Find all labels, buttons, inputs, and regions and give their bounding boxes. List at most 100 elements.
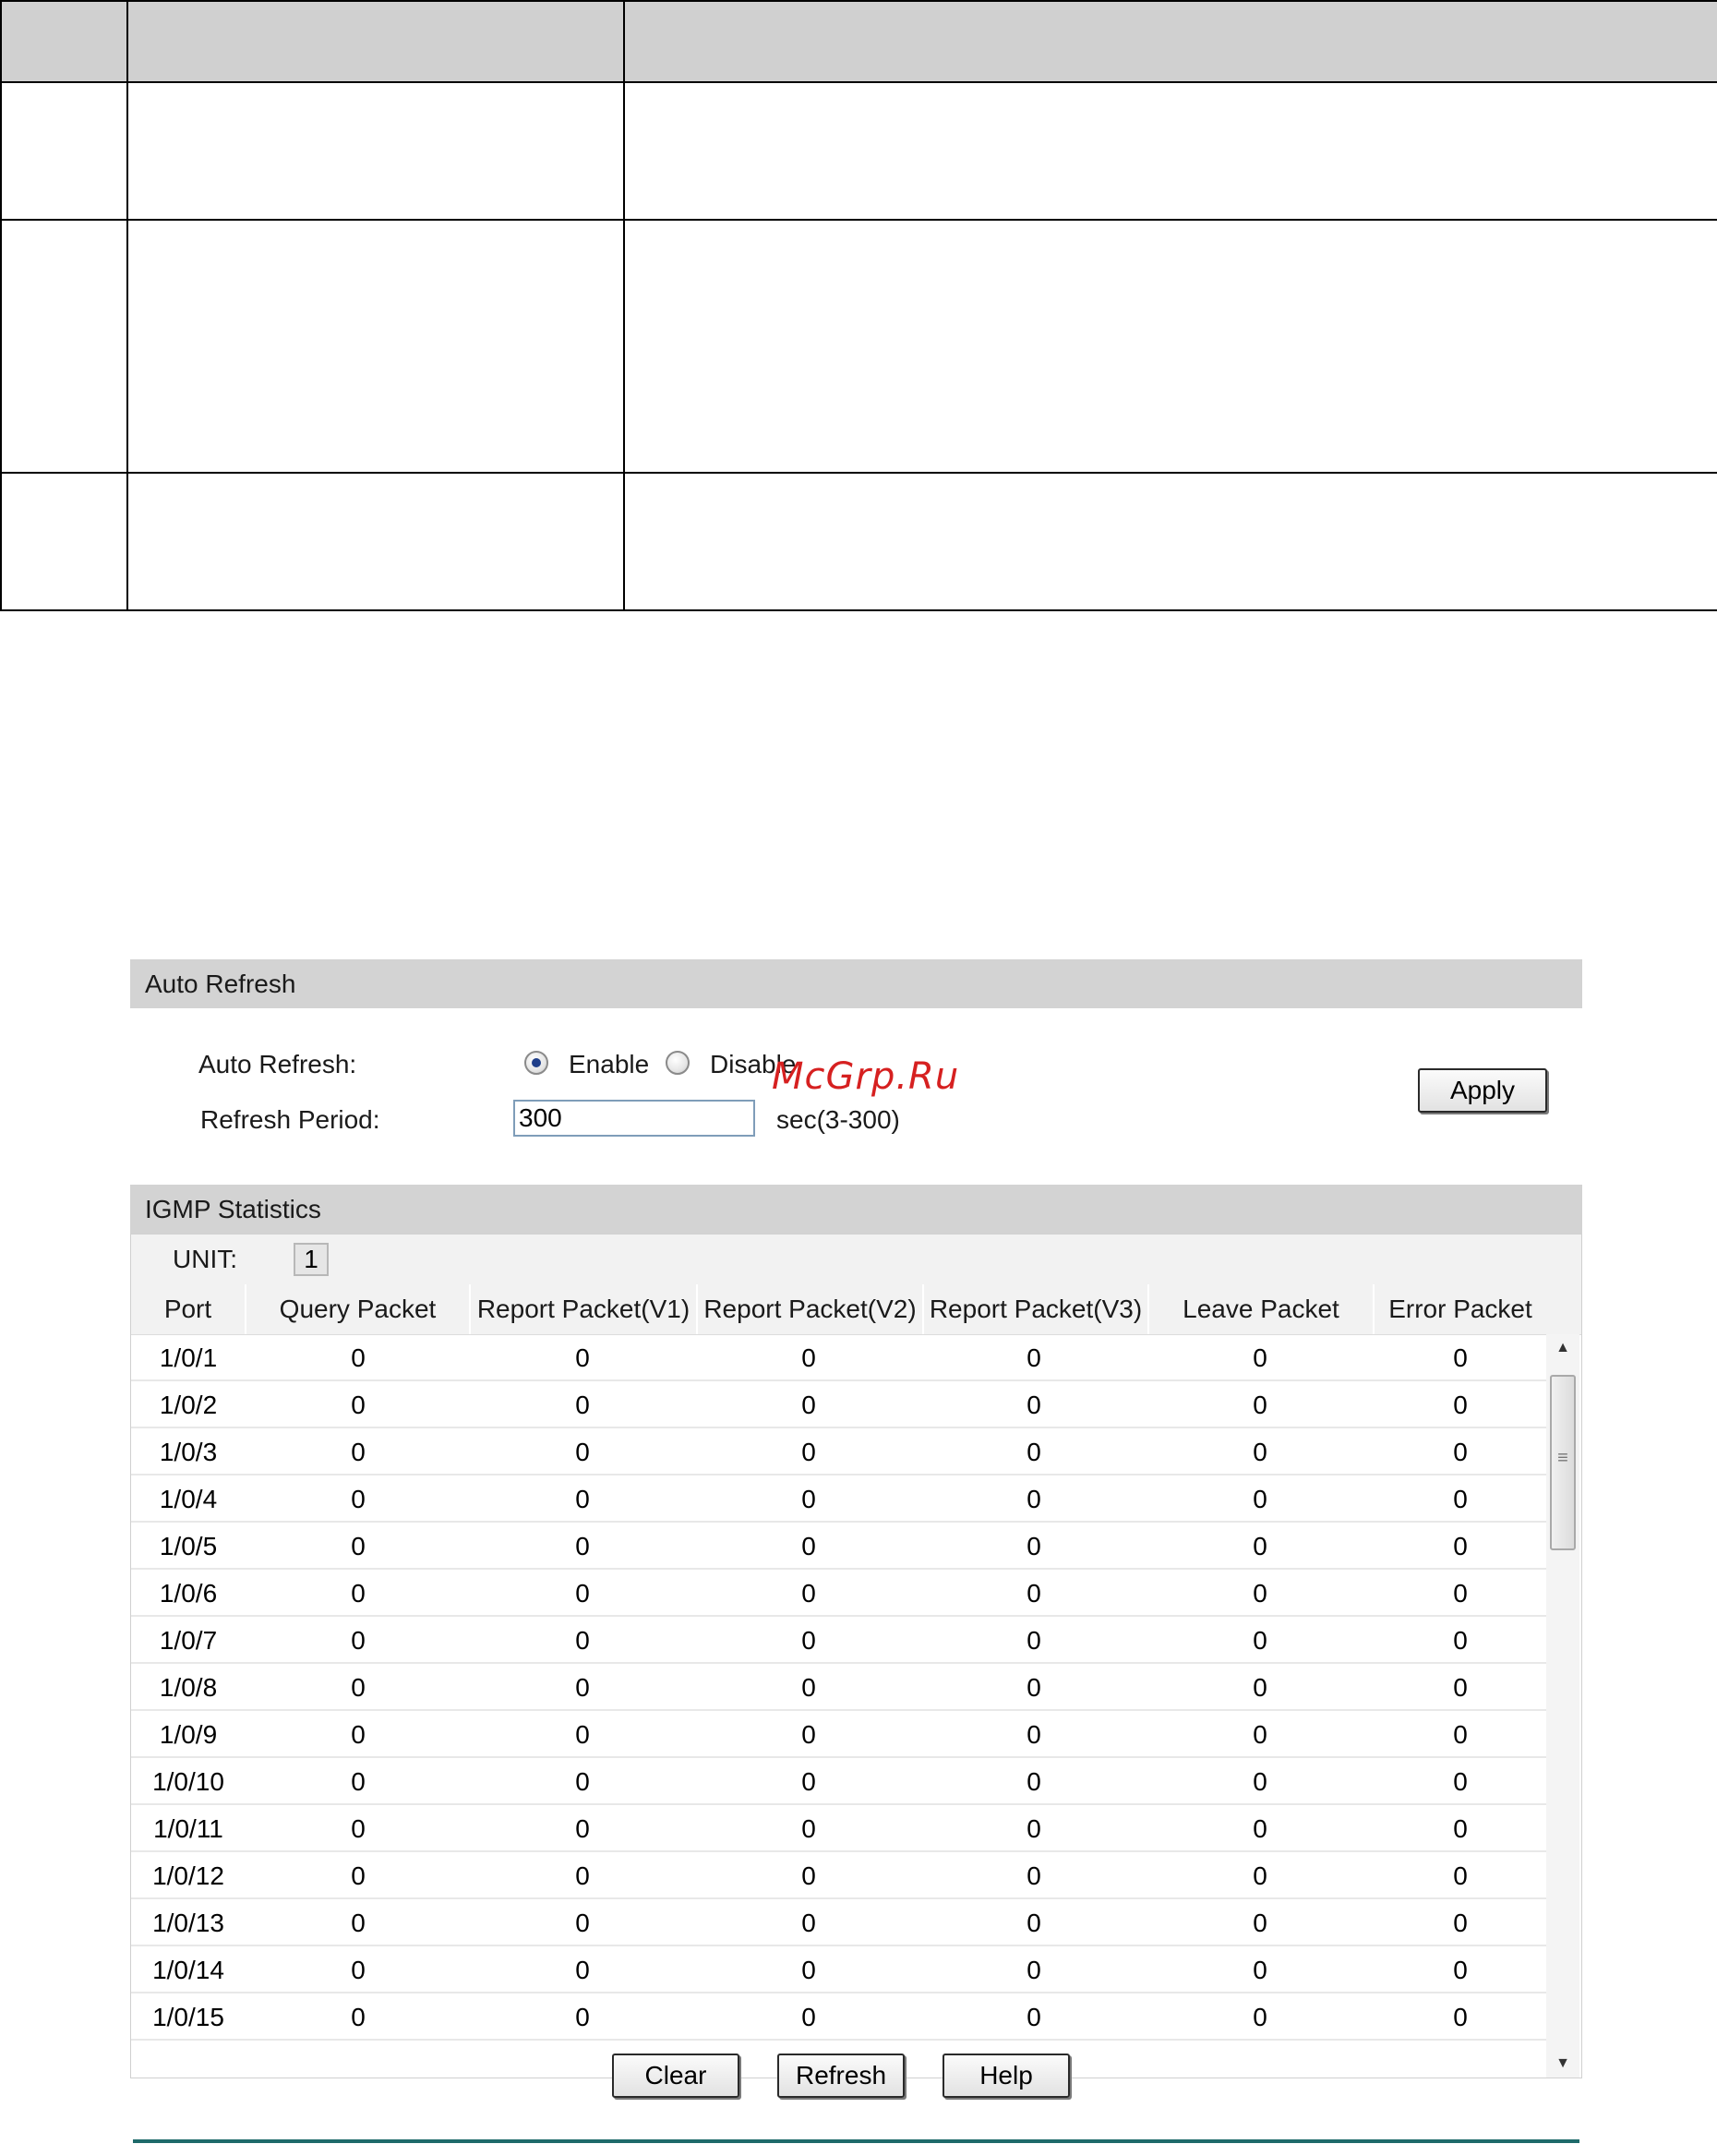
document-table-row <box>0 219 1717 474</box>
table-row[interactable]: 1/0/12 0 0 0 0 0 0 <box>131 1852 1546 1899</box>
count-cell: 0 <box>801 1532 816 1560</box>
table-row[interactable]: 1/0/14 0 0 0 0 0 0 <box>131 1946 1546 1993</box>
count-cell: 0 <box>1453 1485 1468 1513</box>
scroll-down-arrow-icon[interactable]: ▼ <box>1546 2050 1579 2078</box>
count-cell: 0 <box>575 1720 590 1749</box>
count-cell: 0 <box>575 1438 590 1466</box>
count-cell: 0 <box>1453 1861 1468 1890</box>
count-cell: 0 <box>575 1626 590 1655</box>
table-row[interactable]: 1/0/9 0 0 0 0 0 0 <box>131 1711 1546 1758</box>
count-cell: 0 <box>1253 1956 1267 1984</box>
count-cell: 0 <box>1027 1720 1041 1749</box>
count-cell: 0 <box>1453 1956 1468 1984</box>
scroll-up-arrow-icon[interactable]: ▲ <box>1546 1334 1579 1362</box>
count-cell: 0 <box>1027 1673 1041 1702</box>
count-cell: 0 <box>1027 1626 1041 1655</box>
enable-radio-label[interactable]: Enable <box>569 1050 649 1079</box>
count-cell: 0 <box>801 1767 816 1796</box>
table-row[interactable]: 1/0/1 0 0 0 0 0 0 <box>131 1334 1546 1381</box>
auto-refresh-label: Auto Refresh: <box>198 1050 357 1078</box>
port-cell: 1/0/9 <box>159 1720 218 1749</box>
count-cell: 0 <box>801 1956 816 1984</box>
count-cell: 0 <box>575 1767 590 1796</box>
count-cell: 0 <box>1253 1861 1267 1890</box>
column-header: Report Packet(V3) <box>922 1284 1147 1334</box>
apply-button[interactable]: Apply <box>1418 1068 1547 1113</box>
table-row[interactable]: 1/0/8 0 0 0 0 0 0 <box>131 1664 1546 1711</box>
document-table-header-row <box>0 0 1717 83</box>
table-row[interactable]: 1/0/13 0 0 0 0 0 0 <box>131 1899 1546 1946</box>
count-cell: 0 <box>575 1861 590 1890</box>
scroll-grip-icon: ≡ <box>1557 1448 1568 1468</box>
count-cell: 0 <box>1253 1343 1267 1372</box>
table-row[interactable]: 1/0/10 0 0 0 0 0 0 <box>131 1758 1546 1805</box>
auto-refresh-section-title: Auto Refresh <box>130 959 1582 1008</box>
count-cell: 0 <box>351 1861 366 1890</box>
unit-label: UNIT: <box>173 1245 237 1273</box>
table-row[interactable]: 1/0/4 0 0 0 0 0 0 <box>131 1475 1546 1523</box>
help-button[interactable]: Help <box>943 2054 1070 2098</box>
count-cell: 0 <box>1027 1438 1041 1466</box>
count-cell: 0 <box>801 1814 816 1843</box>
count-cell: 0 <box>351 1438 366 1466</box>
count-cell: 0 <box>801 1579 816 1608</box>
port-cell: 1/0/7 <box>159 1626 218 1655</box>
count-cell: 0 <box>1027 1579 1041 1608</box>
count-cell: 0 <box>1027 1814 1041 1843</box>
refresh-period-hint: sec(3-300) <box>776 1105 900 1134</box>
count-cell: 0 <box>1027 1485 1041 1513</box>
count-cell: 0 <box>351 1579 366 1608</box>
table-row[interactable]: 1/0/7 0 0 0 0 0 0 <box>131 1617 1546 1664</box>
count-cell: 0 <box>351 2003 366 2031</box>
table-scrollbar[interactable]: ▲ ≡ ▼ <box>1546 1334 1579 2078</box>
document-table-row <box>0 472 1717 611</box>
refresh-period-label: Refresh Period: <box>200 1105 380 1134</box>
clear-button[interactable]: Clear <box>612 2054 739 2098</box>
count-cell: 0 <box>1453 1720 1468 1749</box>
count-cell: 0 <box>1027 1861 1041 1890</box>
port-cell: 1/0/10 <box>152 1767 224 1796</box>
port-cell: 1/0/4 <box>159 1485 218 1513</box>
igmp-statistics-table: UNIT: 1 Port Query Packet Report Packet(V1… <box>130 1234 1582 2078</box>
count-cell: 0 <box>1453 1391 1468 1419</box>
count-cell: 0 <box>1253 1673 1267 1702</box>
enable-radio[interactable] <box>524 1051 548 1075</box>
count-cell: 0 <box>1453 1626 1468 1655</box>
count-cell: 0 <box>1453 1343 1468 1372</box>
refresh-period-input[interactable]: 300 <box>513 1100 755 1137</box>
count-cell: 0 <box>351 1720 366 1749</box>
count-cell: 0 <box>1027 1532 1041 1560</box>
refresh-button[interactable]: Refresh <box>777 2054 905 2098</box>
count-cell: 0 <box>351 1673 366 1702</box>
count-cell: 0 <box>575 2003 590 2031</box>
count-cell: 0 <box>1253 2003 1267 2031</box>
count-cell: 0 <box>1453 1814 1468 1843</box>
port-cell: 1/0/12 <box>152 1861 224 1890</box>
count-cell: 0 <box>1253 1532 1267 1560</box>
table-row[interactable]: 1/0/6 0 0 0 0 0 0 <box>131 1570 1546 1617</box>
table-row[interactable]: 1/0/2 0 0 0 0 0 0 <box>131 1381 1546 1428</box>
count-cell: 0 <box>1453 1579 1468 1608</box>
port-cell: 1/0/3 <box>159 1438 218 1466</box>
scroll-thumb[interactable]: ≡ <box>1550 1375 1576 1550</box>
count-cell: 0 <box>1453 1438 1468 1466</box>
table-row[interactable]: 1/0/3 0 0 0 0 0 0 <box>131 1428 1546 1475</box>
count-cell: 0 <box>801 2003 816 2031</box>
count-cell: 0 <box>801 1438 816 1466</box>
count-cell: 0 <box>1027 1343 1041 1372</box>
table-header-row: Port Query Packet Report Packet(V1) Report … <box>131 1284 1581 1335</box>
igmp-statistics-section-title: IGMP Statistics <box>130 1185 1582 1234</box>
disable-radio[interactable] <box>666 1051 690 1075</box>
count-cell: 0 <box>1253 1485 1267 1513</box>
count-cell: 0 <box>801 1861 816 1890</box>
unit-selector[interactable]: 1 <box>294 1243 329 1276</box>
count-cell: 0 <box>1027 2003 1041 2031</box>
count-cell: 0 <box>1253 1767 1267 1796</box>
count-cell: 0 <box>351 1626 366 1655</box>
port-cell: 1/0/15 <box>152 2003 224 2031</box>
table-row[interactable]: 1/0/15 0 0 0 0 0 0 <box>131 1993 1546 2041</box>
count-cell: 0 <box>575 1485 590 1513</box>
table-row[interactable]: 1/0/11 0 0 0 0 0 0 <box>131 1805 1546 1852</box>
count-cell: 0 <box>801 1343 816 1372</box>
table-row[interactable]: 1/0/5 0 0 0 0 0 0 <box>131 1523 1546 1570</box>
